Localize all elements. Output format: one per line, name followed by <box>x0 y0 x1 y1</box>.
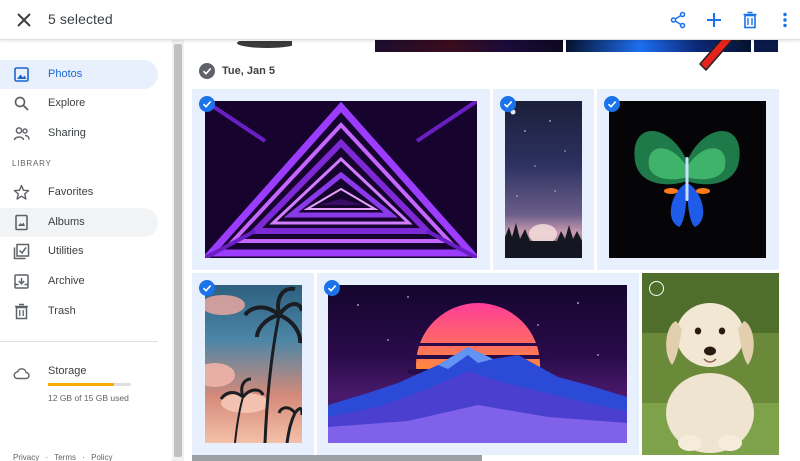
check-icon <box>327 284 337 292</box>
check-icon <box>503 100 513 108</box>
more-vert-icon <box>783 12 787 28</box>
photo-unselected-check[interactable] <box>649 281 664 296</box>
partial-photo[interactable] <box>192 455 482 461</box>
photo-selected-check[interactable] <box>199 96 215 112</box>
check-icon <box>202 284 212 292</box>
sidebar-item-albums[interactable]: Albums <box>0 208 158 237</box>
photo-tile-purple-tunnel[interactable] <box>192 89 490 270</box>
check-icon <box>202 67 212 75</box>
utilities-icon <box>13 243 30 260</box>
share-icon <box>670 11 686 29</box>
sidebar-item-label: Albums <box>48 216 85 228</box>
archive-icon <box>14 274 29 289</box>
photo-selected-check[interactable] <box>324 280 340 296</box>
library-section-label: LIBRARY <box>12 159 52 168</box>
sidebar-item-sharing[interactable]: Sharing <box>0 119 158 148</box>
add-to-album-button[interactable] <box>700 6 728 34</box>
check-icon <box>607 100 617 108</box>
search-icon <box>14 96 29 111</box>
sidebar-item-label: Trash <box>48 305 76 317</box>
sidebar-item-utilities[interactable]: Utilities <box>0 237 158 266</box>
sidebar-item-label: Favorites <box>48 186 94 198</box>
photo-selected-check[interactable] <box>500 96 516 112</box>
close-selection-button[interactable] <box>10 6 38 34</box>
storage-progress-fill <box>48 383 115 386</box>
photo-tile-puppy[interactable] <box>642 273 779 455</box>
sidebar-scrollbar-thumb[interactable] <box>174 44 182 457</box>
people-icon <box>13 127 30 141</box>
footer-separator: · <box>45 453 49 461</box>
trash-icon <box>743 11 757 29</box>
sidebar-item-label: Sharing <box>48 127 86 139</box>
date-header: Tue, Jan 5 <box>222 65 275 77</box>
partial-photo[interactable] <box>754 40 778 52</box>
partial-photo[interactable] <box>192 38 297 52</box>
photo-selected-check[interactable] <box>199 280 215 296</box>
footer-links: Privacy · Terms · Policy <box>13 453 116 461</box>
sidebar-item-label: Utilities <box>48 245 84 257</box>
check-icon <box>202 100 212 108</box>
sidebar-item-explore[interactable]: Explore <box>0 89 158 118</box>
policy-link[interactable]: Policy <box>91 453 112 461</box>
sidebar: Photos Explore Sharing LIBRARY Favorites… <box>0 40 172 461</box>
delete-button[interactable] <box>736 6 764 34</box>
photo-tile-palm-trees[interactable] <box>192 273 314 455</box>
sidebar-item-label: Archive <box>48 275 85 287</box>
photo-tile-synthwave-sunset[interactable] <box>317 273 639 455</box>
add-icon <box>707 13 721 27</box>
sidebar-item-trash[interactable]: Trash <box>0 297 158 326</box>
cloud-icon <box>13 368 30 380</box>
partial-photo[interactable] <box>566 40 751 52</box>
sidebar-item-archive[interactable]: Archive <box>0 267 158 296</box>
terms-link[interactable]: Terms <box>54 453 76 461</box>
top-app-bar: 5 selected <box>0 0 800 40</box>
photo-tile-butterfly[interactable] <box>597 89 779 270</box>
more-options-button[interactable] <box>771 6 799 34</box>
sidebar-item-label: Explore <box>48 97 86 109</box>
trash-icon <box>15 303 28 320</box>
sidebar-item-photos[interactable]: Photos <box>0 60 158 89</box>
storage-used-text: 12 GB of 15 GB used <box>48 393 129 403</box>
sidebar-item-favorites[interactable]: Favorites <box>0 178 158 207</box>
photo-tile-night-sky[interactable] <box>493 89 594 270</box>
close-icon <box>17 13 31 27</box>
photo-selected-check[interactable] <box>604 96 620 112</box>
storage-progress-bar <box>48 383 131 386</box>
album-icon <box>15 214 28 231</box>
privacy-link[interactable]: Privacy <box>13 453 39 461</box>
photos-icon <box>14 67 29 82</box>
sidebar-divider <box>0 341 158 342</box>
sidebar-item-label: Photos <box>48 68 83 80</box>
selected-count: 5 selected <box>48 11 113 27</box>
storage-label[interactable]: Storage <box>48 365 87 377</box>
partial-photo[interactable] <box>375 40 563 52</box>
footer-separator: · <box>82 453 85 461</box>
star-icon <box>13 184 30 200</box>
share-button[interactable] <box>664 6 692 34</box>
date-select-all-check[interactable] <box>199 63 215 79</box>
